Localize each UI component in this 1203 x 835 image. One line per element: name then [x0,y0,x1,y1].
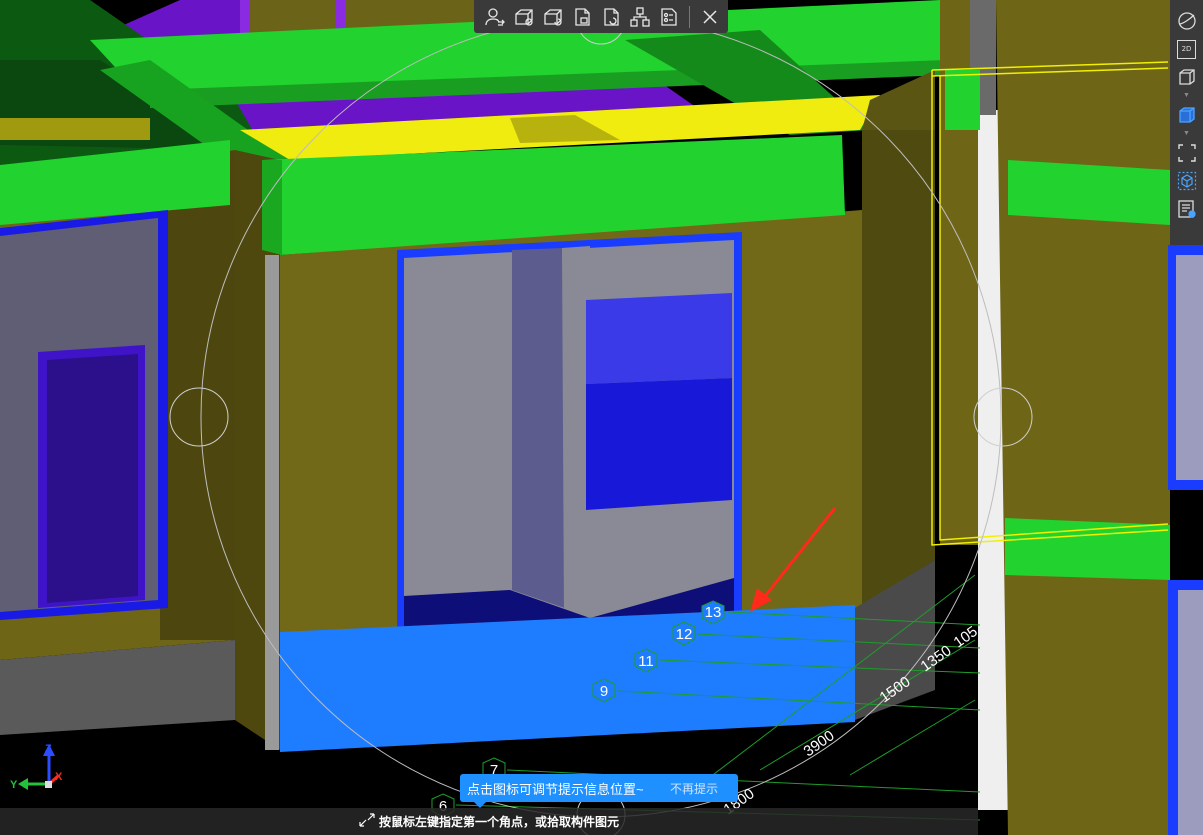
y-axis-label: Y [10,779,18,791]
window-pane-upper [586,293,732,384]
center-green-beam-side [262,160,282,255]
right-window-glass-top [1176,255,1203,480]
top-toolbar [474,0,728,33]
page-refresh-icon[interactable] [598,4,624,30]
user-swap-icon[interactable] [482,4,508,30]
solid-box-icon[interactable] [1174,102,1200,128]
3d-box-icon[interactable] [1174,64,1200,90]
tip-bubble[interactable]: 点击图标可调节提示信息位置~ 不再提示 [460,774,738,808]
tip-message: 点击图标可调节提示信息位置~ [467,781,644,797]
axis-marker-label: 12 [676,626,693,643]
status-message: 按鼠标左键指定第一个角点，或拾取构件图元 [378,815,619,829]
axis-marker[interactable]: 13 [701,600,725,625]
chevron-down-icon[interactable]: ▼ [1183,92,1190,100]
grey-column [265,255,279,750]
center-wall-right [862,75,935,605]
sphere-icon[interactable] [1174,8,1200,34]
pick-cursor-icon [359,813,375,830]
axis-marker[interactable]: 12 [672,621,696,646]
close-icon[interactable] [697,4,723,30]
view-toolbar: 2D ▼ ▼ [1170,0,1203,245]
window-pillar-face [562,246,590,616]
axis-marker-label: 9 [600,683,608,700]
box-refresh-icon[interactable] [540,4,566,30]
right-far-wall [996,0,1170,835]
list-view-icon[interactable] [1174,196,1200,222]
box-add-icon[interactable] [511,4,537,30]
toolbar-divider [689,5,690,28]
hierarchy-icon[interactable] [627,4,653,30]
2d-view-icon[interactable]: 2D [1174,36,1200,62]
z-axis-label: Z [45,743,52,755]
left-yellow-beam [0,118,150,140]
right-green-band-low [1005,518,1170,580]
dont-show-again-link[interactable]: 不再提示 [670,780,718,797]
page-link-icon[interactable] [569,4,595,30]
axis-marker-label: 13 [705,604,722,621]
right-window-glass-low [1178,590,1203,835]
model-viewport[interactable]: 13 12 11 9 7 6 105 1350 1500 3900 1800 Z… [0,0,1203,835]
x-axis-label: X [55,771,63,783]
2d-view-label: 2D [1177,39,1196,59]
status-bar: 按鼠标左键指定第一个角点，或拾取构件图元 [0,808,978,835]
left-wall-side [160,150,235,640]
right-green-band-top [1008,160,1170,225]
cube-select-icon[interactable] [1174,168,1200,194]
window-pane-lower [586,378,732,510]
axis-marker-label: 11 [638,653,654,670]
left-inner-window-glass [47,354,138,603]
fit-view-icon[interactable] [1174,140,1200,166]
right-green-top [945,70,980,130]
chevron-down-icon[interactable]: ▼ [1183,130,1190,138]
checklist-icon[interactable] [656,4,682,30]
axis-marker[interactable]: 11 [634,648,658,673]
